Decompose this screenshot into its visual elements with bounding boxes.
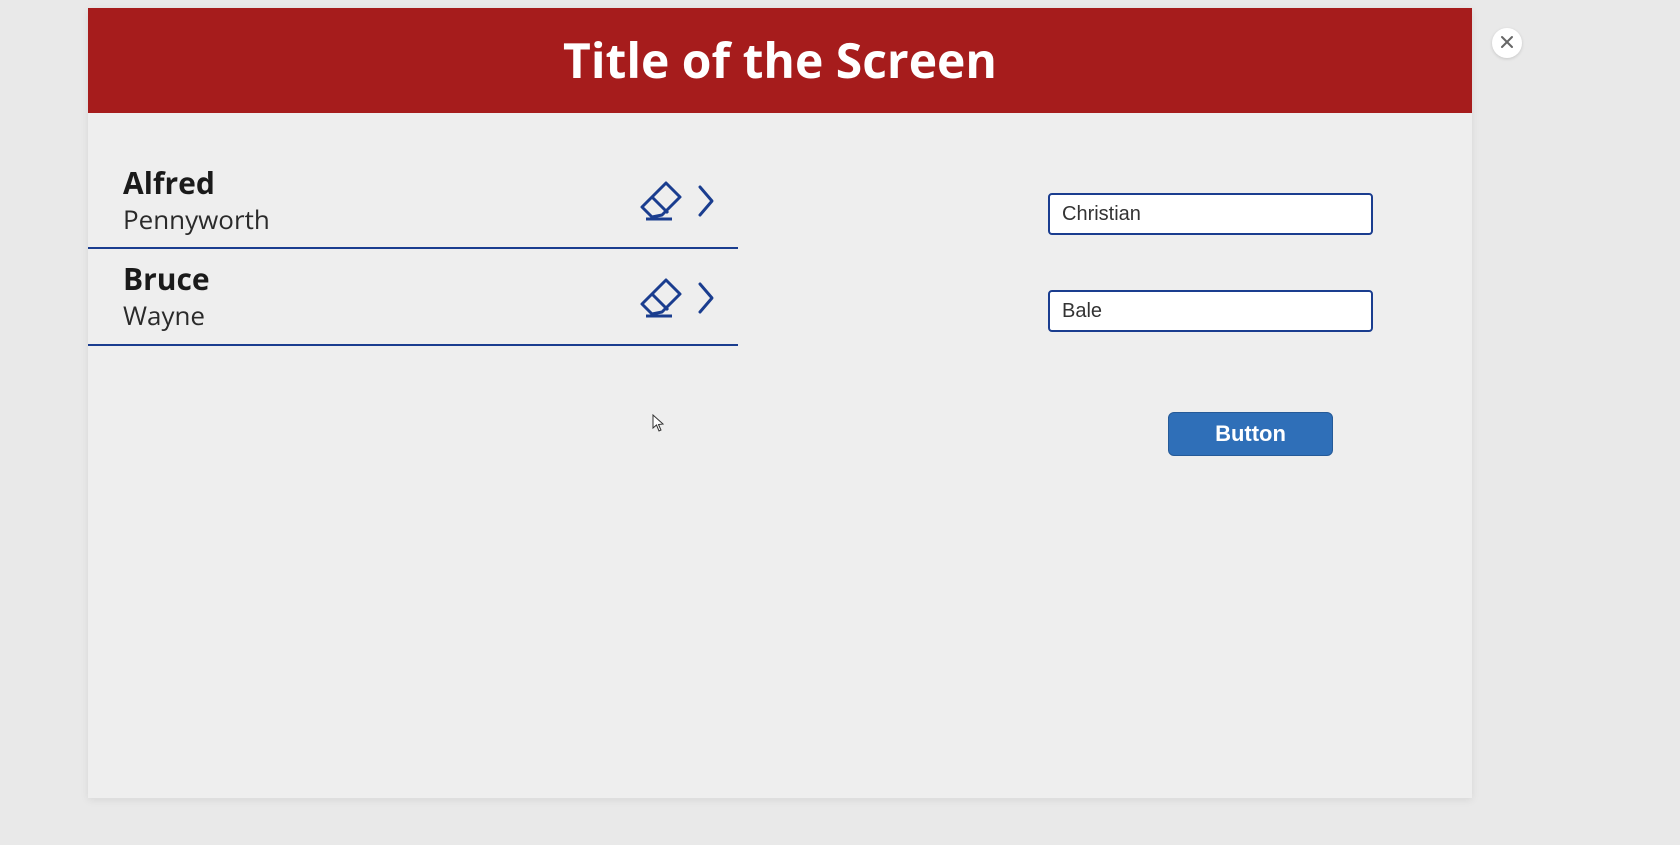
eraser-icon[interactable]: [632, 270, 688, 326]
modal-panel: Title of the Screen Alfred Pennyworth: [88, 8, 1472, 798]
last-name-input[interactable]: [1048, 290, 1373, 332]
list-item[interactable]: Alfred Pennyworth: [88, 153, 738, 249]
list-item-first-name: Alfred: [123, 165, 270, 201]
list-item-last-name: Pennyworth: [123, 201, 270, 237]
content-area: Alfred Pennyworth: [88, 113, 1472, 456]
close-icon: [1500, 32, 1514, 54]
chevron-right-icon[interactable]: [696, 181, 718, 221]
close-button[interactable]: [1492, 28, 1522, 58]
page-title: Title of the Screen: [563, 28, 997, 93]
list-item-text: Alfred Pennyworth: [123, 165, 270, 237]
list-column: Alfred Pennyworth: [88, 153, 738, 456]
header-bar: Title of the Screen: [88, 8, 1472, 113]
list-item[interactable]: Bruce Wayne: [88, 249, 738, 345]
chevron-right-icon[interactable]: [696, 278, 718, 318]
list-item-actions: [632, 173, 718, 229]
list-item-last-name: Wayne: [123, 297, 210, 333]
first-name-input[interactable]: [1048, 193, 1373, 235]
list-item-first-name: Bruce: [123, 261, 210, 297]
submit-button[interactable]: Button: [1168, 412, 1333, 456]
list-item-actions: [632, 270, 718, 326]
form-column: Button: [1048, 153, 1373, 456]
list-item-text: Bruce Wayne: [123, 261, 210, 333]
eraser-icon[interactable]: [632, 173, 688, 229]
